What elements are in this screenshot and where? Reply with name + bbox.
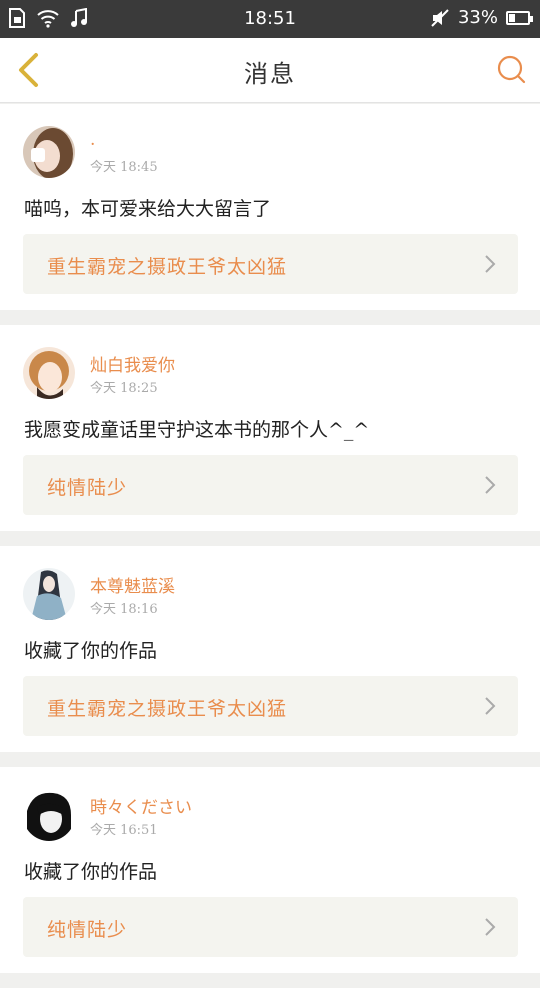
search-icon[interactable] [496, 54, 526, 84]
page-title: 消息 [244, 60, 296, 88]
message-card: 灿白我爱你 今天 18:25 我愿变成童话里守护这本书的那个人^_^ 纯情陆少 [0, 325, 540, 531]
book-link[interactable]: 纯情陆少 [23, 455, 518, 515]
timestamp: 今天 16:51 [90, 823, 158, 838]
message-card: 本尊魅蓝溪 今天 18:16 收藏了你的作品 重生霸宠之摄政王爷太凶猛 [0, 546, 540, 752]
username[interactable]: 時々ください [90, 793, 192, 818]
book-link[interactable]: 纯情陆少 [23, 897, 518, 957]
message-text: 收藏了你的作品 [24, 640, 158, 662]
avatar[interactable] [23, 347, 75, 399]
message-card: . 今天 18:45 喵呜，本可爱来给大大留言了 重生霸宠之摄政王爷太凶猛 [0, 104, 540, 310]
book-title: 重生霸宠之摄政王爷太凶猛 [47, 256, 288, 278]
book-title: 重生霸宠之摄政王爷太凶猛 [47, 698, 288, 720]
message-card: 時々ください 今天 16:51 收藏了你的作品 纯情陆少 [0, 767, 540, 973]
timestamp: 今天 18:45 [90, 160, 158, 175]
battery-icon [506, 10, 533, 25]
header: 消息 [0, 38, 540, 103]
message-text: 我愿变成童话里守护这本书的那个人^_^ [24, 419, 370, 441]
username[interactable]: . [90, 130, 95, 150]
chevron-right-icon [485, 918, 496, 936]
book-title: 纯情陆少 [47, 477, 128, 499]
avatar[interactable] [23, 126, 75, 178]
chevron-right-icon [485, 476, 496, 494]
book-link[interactable]: 重生霸宠之摄政王爷太凶猛 [23, 676, 518, 736]
username[interactable]: 灿白我爱你 [90, 351, 175, 376]
avatar[interactable] [23, 568, 75, 620]
message-text: 收藏了你的作品 [24, 861, 158, 883]
message-text: 喵呜，本可爱来给大大留言了 [24, 198, 272, 220]
mute-icon [431, 8, 449, 27]
timestamp: 今天 18:25 [90, 381, 158, 396]
status-bar: 18:51 33% [0, 0, 540, 38]
message-list: . 今天 18:45 喵呜，本可爱来给大大留言了 重生霸宠之摄政王爷太凶猛 灿白… [0, 104, 540, 988]
username[interactable]: 本尊魅蓝溪 [90, 572, 175, 597]
timestamp: 今天 18:16 [90, 602, 158, 617]
book-title: 纯情陆少 [47, 919, 128, 941]
avatar[interactable] [23, 789, 75, 841]
chevron-right-icon [485, 697, 496, 715]
status-right: 33% [430, 7, 533, 28]
book-link[interactable]: 重生霸宠之摄政王爷太凶猛 [23, 234, 518, 294]
chevron-right-icon [485, 255, 496, 273]
battery-percent: 33% [457, 7, 498, 28]
